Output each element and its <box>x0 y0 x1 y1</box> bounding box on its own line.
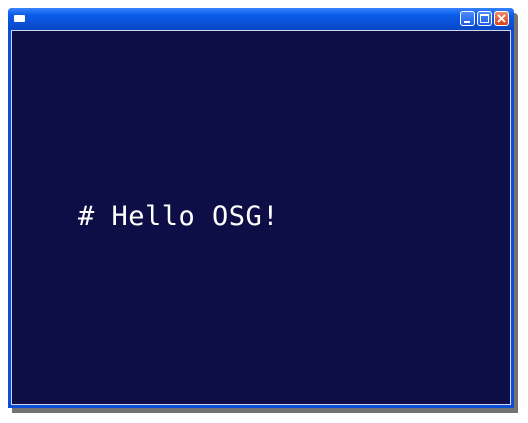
maximize-icon <box>480 14 489 23</box>
title-bar[interactable] <box>8 8 514 30</box>
app-window: # Hello OSG! <box>8 8 514 408</box>
minimize-icon <box>464 21 470 23</box>
close-icon <box>497 14 506 23</box>
render-viewport[interactable]: # Hello OSG! <box>11 30 511 405</box>
minimize-button[interactable] <box>460 11 475 26</box>
maximize-button[interactable] <box>477 11 492 26</box>
close-button[interactable] <box>494 11 509 26</box>
window-menu-icon[interactable] <box>14 15 25 22</box>
hello-osg-text: # Hello OSG! <box>78 201 280 232</box>
